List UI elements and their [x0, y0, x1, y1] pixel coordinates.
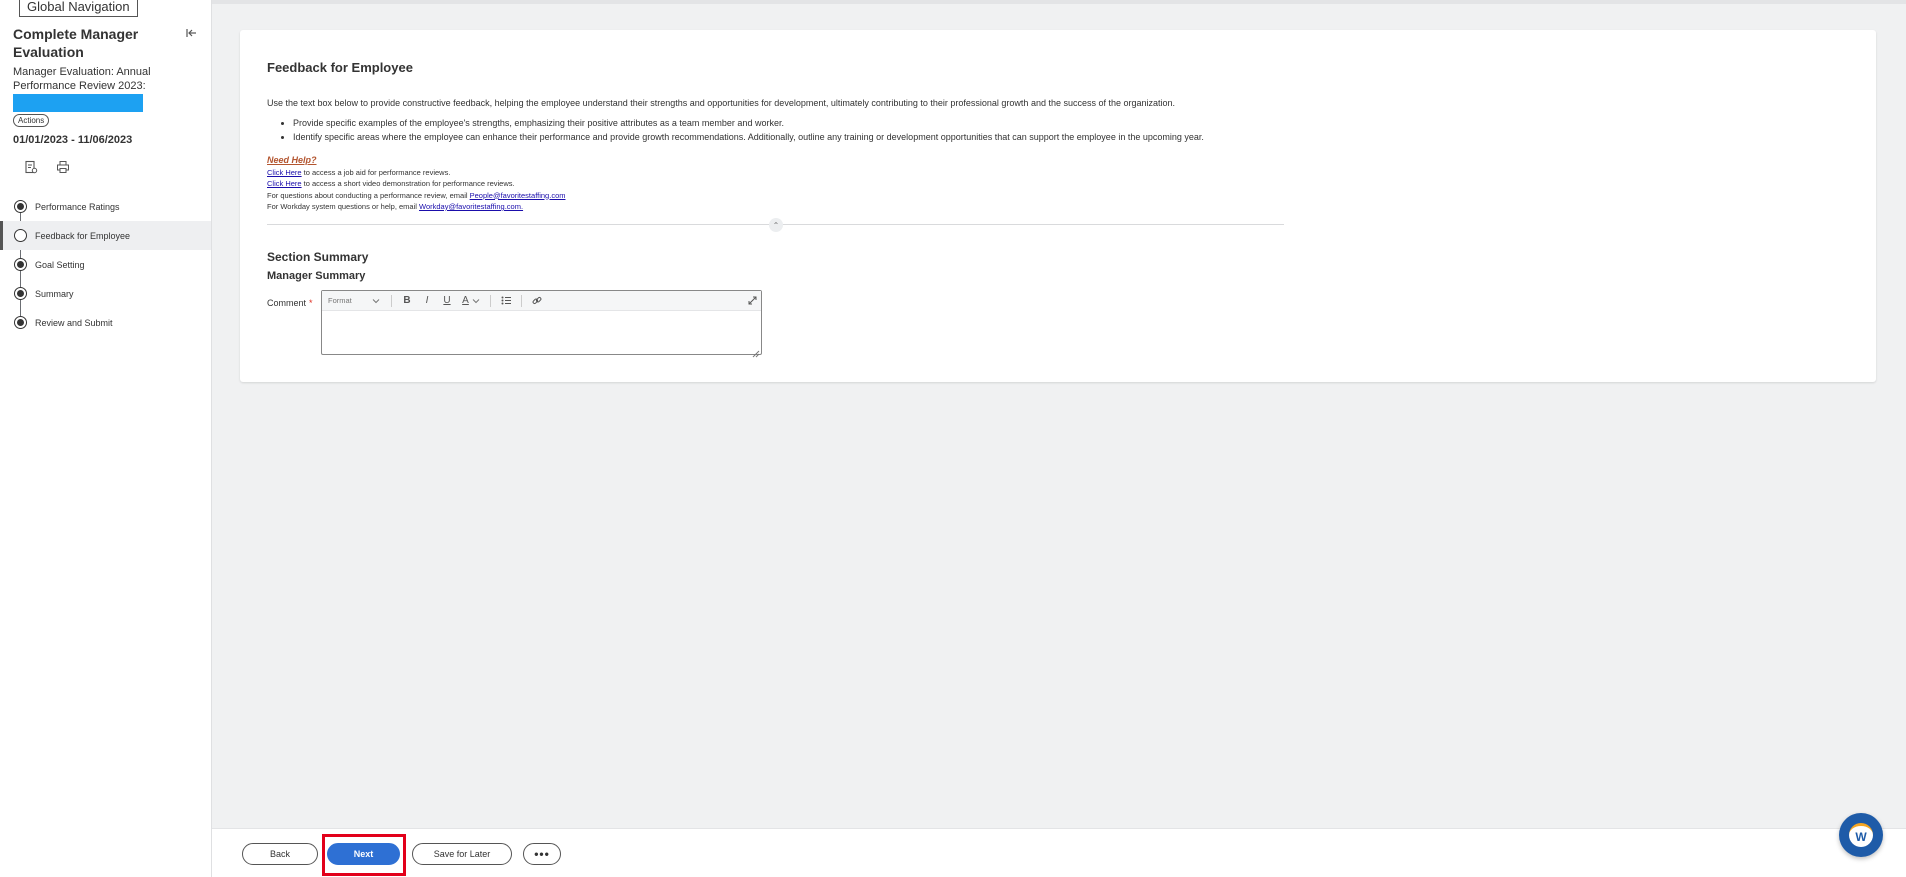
people-email-link[interactable]: People@favoritestaffing.com — [470, 191, 566, 200]
step-review-and-submit[interactable]: Review and Submit — [0, 308, 211, 337]
task-title: Complete Manager Evaluation — [13, 26, 139, 60]
step-summary[interactable]: Summary — [0, 279, 211, 308]
more-actions-button[interactable]: ••• — [523, 843, 561, 865]
chevron-down-icon — [372, 298, 380, 303]
toolbar-separator — [391, 294, 392, 307]
step-feedback-for-employee[interactable]: Feedback for Employee — [0, 221, 211, 250]
bulleted-list-button[interactable] — [496, 296, 516, 305]
toolbar-separator — [490, 294, 491, 307]
bulleted-list-icon — [501, 296, 511, 305]
collapse-section-chevron-up-icon[interactable]: ⌃ — [769, 218, 783, 232]
step-label: Summary — [35, 288, 74, 299]
help-text: For Workday system questions or help, em… — [267, 202, 420, 211]
back-button[interactable]: Back — [242, 843, 318, 865]
step-performance-ratings[interactable]: Performance Ratings — [0, 192, 211, 221]
step-label: Performance Ratings — [35, 201, 120, 212]
step-complete-icon — [14, 287, 27, 300]
sidebar: Complete Manager Evaluation Manager Eval… — [0, 0, 212, 877]
list-item: Identify specific areas where the employ… — [293, 132, 1204, 142]
text-color-icon: A — [462, 295, 469, 306]
step-label: Feedback for Employee — [35, 230, 131, 241]
underline-button[interactable]: U — [437, 295, 457, 306]
format-dropdown[interactable]: Format — [328, 296, 386, 305]
step-complete-icon — [14, 200, 27, 213]
format-label: Format — [328, 296, 352, 305]
step-goal-setting[interactable]: Goal Setting — [0, 250, 211, 279]
required-asterisk: * — [309, 298, 313, 308]
actions-button[interactable]: Actions — [13, 114, 50, 127]
list-item: Provide specific examples of the employe… — [293, 118, 1204, 128]
manager-summary-heading: Manager Summary — [267, 270, 366, 282]
feedback-card: Feedback for Employee Use the text box b… — [240, 30, 1876, 382]
expand-icon — [748, 296, 756, 305]
step-label: Review and Submit — [35, 317, 113, 328]
next-button[interactable]: Next — [327, 843, 400, 865]
job-aid-link[interactable]: Click Here — [267, 168, 302, 177]
comment-label-text: Comment — [267, 298, 307, 308]
help-text: For questions about conducting a perform… — [267, 190, 470, 200]
step-current-icon — [14, 229, 27, 242]
chevron-down-icon — [472, 298, 480, 303]
need-help-heading: Need Help? — [267, 155, 317, 165]
sidebar-toolbar — [24, 160, 70, 174]
workday-email-link[interactable]: Workday@favoritestaffing.com. — [419, 202, 523, 211]
collapse-sidebar-icon[interactable] — [185, 26, 197, 38]
insert-link-button[interactable] — [527, 296, 547, 306]
workday-logo-icon: W — [1849, 823, 1873, 847]
help-text: to access a short video demonstration fo… — [301, 179, 515, 188]
section-summary-heading: Section Summary — [267, 250, 369, 264]
document-settings-icon[interactable] — [24, 160, 38, 174]
step-complete-icon — [14, 316, 27, 329]
video-demo-link[interactable]: Click Here — [267, 179, 302, 188]
workday-assistant-button[interactable]: W — [1839, 813, 1883, 857]
expand-editor-button[interactable] — [743, 296, 761, 305]
bottom-action-bar: Back Next Save for Later ••• — [212, 828, 1906, 877]
link-icon — [532, 296, 542, 304]
toolbar-separator — [521, 294, 522, 307]
comment-rich-text-editor[interactable]: Format B I U A — [321, 290, 762, 358]
help-text: to access a job aid for performance revi… — [301, 167, 451, 177]
task-subtitle: Manager Evaluation: Annual Performance R… — [13, 66, 151, 92]
print-icon[interactable] — [56, 160, 70, 174]
bold-button[interactable]: B — [397, 295, 417, 306]
step-complete-icon — [14, 258, 27, 271]
italic-button[interactable]: I — [417, 295, 437, 306]
step-label: Goal Setting — [35, 259, 85, 270]
date-range: 01/01/2023 - 11/06/2023 — [13, 134, 133, 146]
page-title: Feedback for Employee — [267, 60, 413, 75]
save-for-later-button[interactable]: Save for Later — [412, 843, 512, 865]
redacted-employee-name — [13, 94, 143, 112]
process-steps: Performance Ratings Feedback for Employe… — [0, 192, 211, 337]
top-rule — [212, 0, 1906, 4]
instructions-list: Provide specific examples of the employe… — [293, 118, 1204, 146]
instructions-text: Use the text box below to provide constr… — [267, 98, 1176, 108]
text-color-button[interactable]: A — [457, 295, 485, 306]
help-section: Need Help? Click Here to access a job ai… — [267, 155, 565, 213]
editor-toolbar: Format B I U A — [322, 291, 761, 311]
global-navigation-tab[interactable]: Global Navigation — [19, 0, 138, 17]
comment-label: Comment * — [267, 298, 313, 308]
resize-handle-icon[interactable] — [752, 345, 760, 358]
